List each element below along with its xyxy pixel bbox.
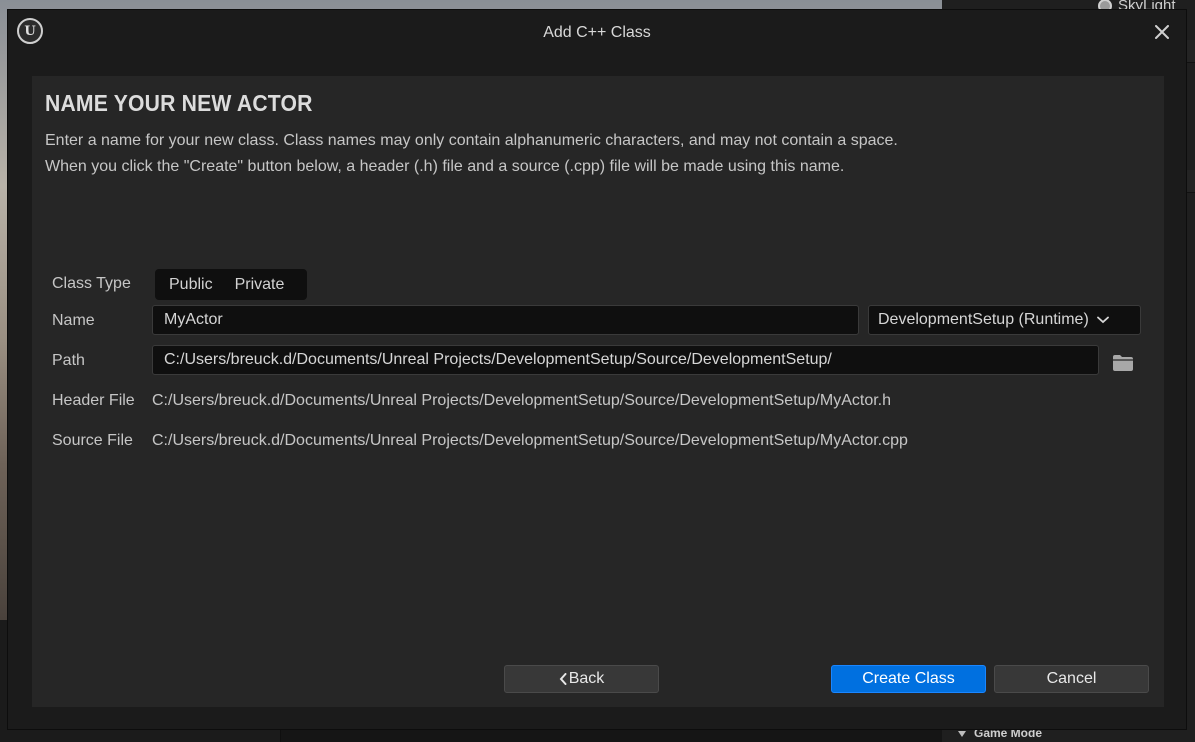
description-line-2: When you click the "Create" button below… xyxy=(45,158,845,175)
header-file-value: C:/Users/breuck.d/Documents/Unreal Proje… xyxy=(152,392,892,409)
create-class-button[interactable]: Create Class xyxy=(831,665,986,693)
module-dropdown-value: DevelopmentSetup (Runtime) xyxy=(878,311,1089,328)
class-type-private-button[interactable]: Private xyxy=(225,276,297,294)
page-heading: NAME YOUR NEW ACTOR xyxy=(45,90,313,116)
cancel-button-label: Cancel xyxy=(1046,670,1097,687)
chevron-left-icon xyxy=(559,673,567,685)
title-bar[interactable]: U Add C++ Class xyxy=(8,10,1186,56)
source-file-label: Source File xyxy=(52,432,133,449)
close-button[interactable] xyxy=(1150,20,1174,44)
back-button-label: Back xyxy=(568,670,605,687)
add-class-dialog: U Add C++ Class NAME YOUR NEW ACTOR Ente… xyxy=(7,9,1187,730)
window-title: Add C++ Class xyxy=(543,24,651,41)
path-input[interactable] xyxy=(152,345,1099,375)
collapse-arrow-icon xyxy=(958,730,966,737)
module-dropdown[interactable]: DevelopmentSetup (Runtime) xyxy=(868,305,1141,335)
close-icon xyxy=(1155,25,1169,39)
class-type-public-button[interactable]: Public xyxy=(155,276,225,294)
description-line-1: Enter a name for your new class. Class n… xyxy=(45,132,898,149)
path-label: Path xyxy=(52,352,85,369)
name-label: Name xyxy=(52,312,95,329)
create-class-label: Create Class xyxy=(862,670,955,687)
class-type-label: Class Type xyxy=(52,275,131,292)
dialog-content: NAME YOUR NEW ACTOR Enter a name for you… xyxy=(32,76,1164,707)
browse-folder-button[interactable] xyxy=(1112,354,1134,372)
back-button[interactable]: Back xyxy=(504,665,659,693)
class-type-toggle: Public Private xyxy=(155,269,307,300)
source-file-value: C:/Users/breuck.d/Documents/Unreal Proje… xyxy=(152,432,908,449)
folder-icon xyxy=(1113,355,1133,371)
chevron-down-icon xyxy=(1096,316,1109,324)
class-name-input[interactable] xyxy=(152,305,859,335)
header-file-label: Header File xyxy=(52,392,135,409)
cancel-button[interactable]: Cancel xyxy=(994,665,1149,693)
